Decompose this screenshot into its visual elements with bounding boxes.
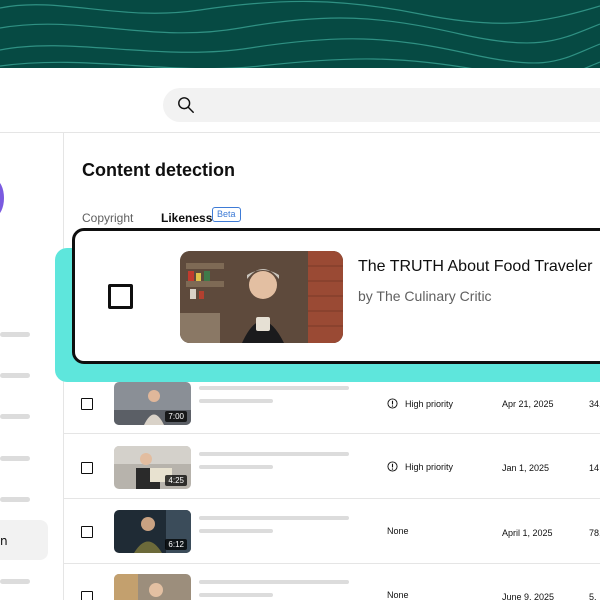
priority-text: High priority [405, 398, 454, 409]
sidebar-item-placeholder[interactable] [0, 456, 30, 461]
featured-channel-name: by The Culinary Critic [358, 288, 492, 304]
count-text: 78, [589, 528, 600, 538]
alert-circle-icon [387, 398, 398, 409]
subtitle-placeholder [199, 399, 273, 403]
subtitle-placeholder [199, 465, 273, 469]
count-text: 14 [589, 463, 600, 473]
page-title: Content detection [82, 160, 235, 180]
priority-text: High priority [405, 461, 454, 472]
row-checkbox[interactable] [81, 398, 93, 410]
video-thumbnail[interactable]: 4:25 [114, 446, 191, 489]
decorative-header-band [0, 0, 600, 70]
video-duration: 7:00 [165, 411, 187, 422]
featured-checkbox[interactable] [108, 284, 133, 309]
priority-label: None [387, 526, 409, 536]
subtitle-placeholder [199, 529, 273, 533]
table-row[interactable]: 4:25 High priority Jan 1, 2025 14 [64, 435, 600, 499]
search-icon[interactable] [177, 96, 195, 114]
date-text: Jan 1, 2025 [502, 463, 550, 473]
count-text: 5, [589, 592, 597, 600]
featured-video-title[interactable]: The TRUTH About Food Traveler [358, 258, 592, 276]
thumbnail-image [114, 574, 191, 600]
sidebar-item-placeholder[interactable] [0, 373, 30, 378]
sidebar-item-placeholder[interactable] [0, 332, 30, 337]
title-placeholder [199, 452, 349, 456]
sidebar-item-active[interactable]: n [0, 520, 48, 560]
row-checkbox[interactable] [81, 526, 93, 538]
count-text: 34, [589, 399, 600, 409]
video-thumbnail[interactable] [114, 574, 191, 600]
sidebar-item-label: n [0, 534, 8, 548]
tab-likeness[interactable]: Likeness [161, 211, 212, 225]
row-checkbox[interactable] [81, 462, 93, 474]
priority-text: None [387, 590, 409, 600]
tab-copyright[interactable]: Copyright [82, 211, 133, 225]
alert-circle-icon [387, 461, 398, 472]
title-placeholder [199, 580, 349, 584]
video-duration: 6:12 [165, 539, 187, 550]
thumbnail-image [180, 251, 343, 343]
table-row[interactable]: 6:12 None April 1, 2025 78, [64, 500, 600, 564]
title-placeholder [199, 386, 349, 390]
priority-label: High priority [387, 398, 453, 409]
title-placeholder [199, 516, 349, 520]
header-divider [0, 132, 600, 133]
date-text: Apr 21, 2025 [502, 399, 554, 409]
video-thumbnail[interactable]: 6:12 [114, 510, 191, 553]
priority-text: None [387, 526, 409, 536]
row-checkbox[interactable] [81, 591, 93, 600]
date-text: April 1, 2025 [502, 528, 553, 538]
wave-pattern-icon [0, 0, 600, 70]
search-input[interactable] [163, 88, 600, 122]
beta-badge: Beta [212, 207, 241, 222]
featured-video-thumbnail[interactable] [180, 251, 343, 343]
subtitle-placeholder [199, 593, 273, 597]
table-row[interactable]: None June 9, 2025 5, [64, 564, 600, 600]
video-duration: 4:25 [165, 475, 187, 486]
video-thumbnail[interactable]: 7:00 [114, 382, 191, 425]
featured-video-card[interactable]: The TRUTH About Food Traveler by The Cul… [72, 228, 600, 364]
sidebar-item-placeholder[interactable] [0, 497, 30, 502]
priority-label: High priority [387, 461, 453, 472]
sidebar-item-placeholder[interactable] [0, 579, 30, 584]
channel-avatar[interactable] [0, 180, 4, 216]
app-window: n Content detection Copyright Likeness B… [0, 68, 600, 600]
sidebar-item-placeholder[interactable] [0, 414, 30, 419]
date-text: June 9, 2025 [502, 592, 555, 600]
priority-label: None [387, 590, 409, 600]
